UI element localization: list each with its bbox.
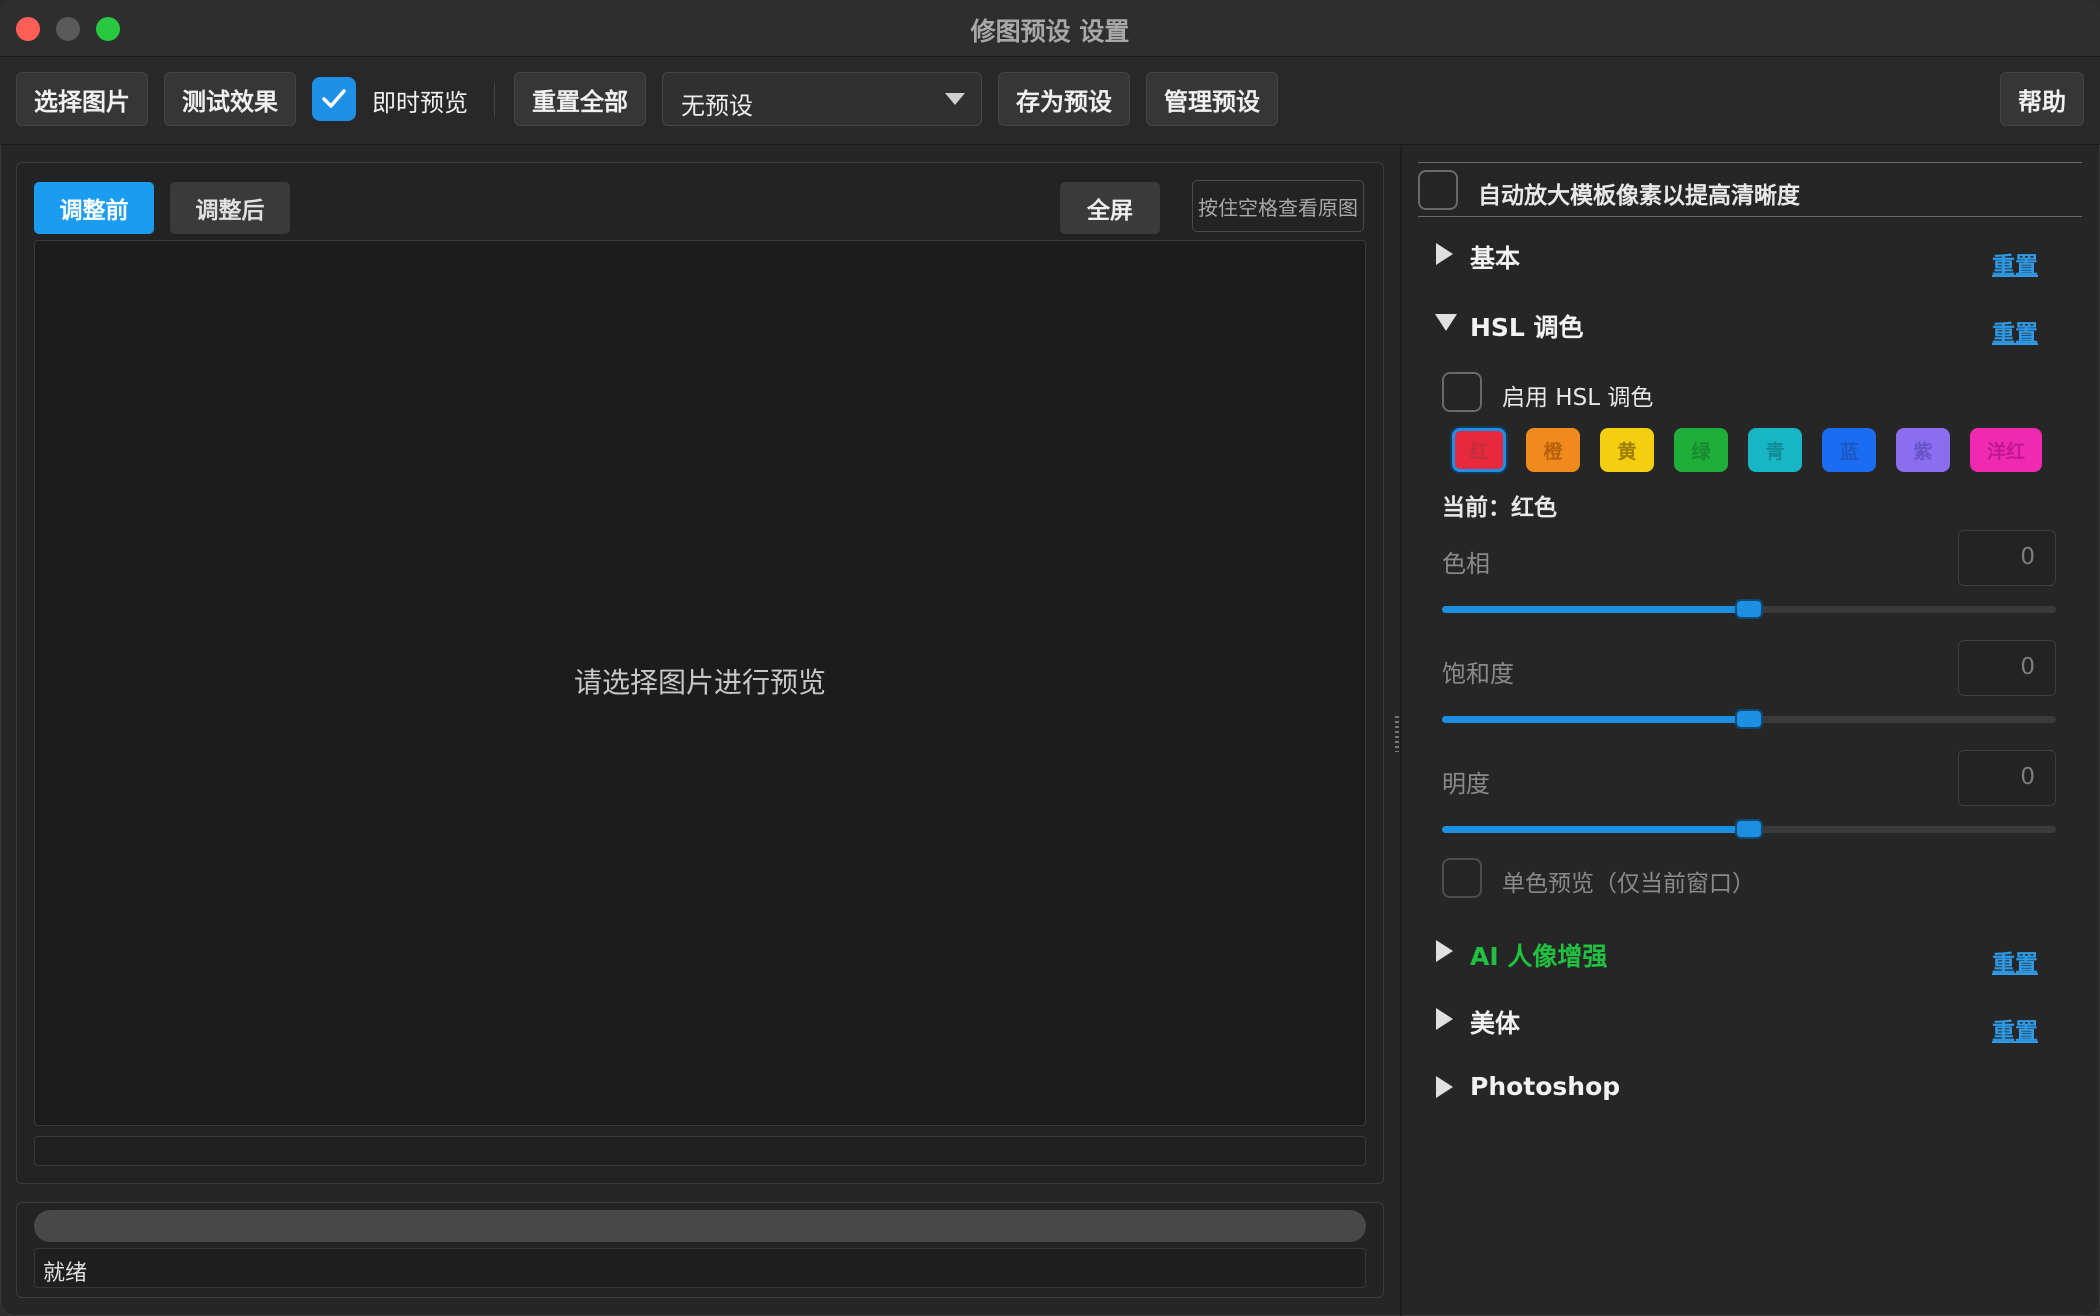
manage-preset-button[interactable]: 管理预设 xyxy=(1146,72,1278,126)
chevron-down-icon xyxy=(945,93,965,105)
slider-value: 0 xyxy=(2020,764,2035,790)
mono-preview-label[interactable]: 单色预览（仅当前窗口） xyxy=(1502,864,1755,898)
hsl-swatch-1[interactable]: 红 xyxy=(1452,428,1506,472)
toolbar-divider xyxy=(494,83,495,117)
image-preview-area[interactable]: 请选择图片进行预览 xyxy=(34,240,1366,1126)
section-basic[interactable]: 基本 xyxy=(1470,239,1520,275)
preview-placeholder: 请选择图片进行预览 xyxy=(573,666,826,699)
live-preview-checkbox[interactable] xyxy=(312,77,356,121)
reset-hsl-link[interactable]: 重置 xyxy=(1992,314,2038,348)
divider xyxy=(1418,216,2082,217)
hsl-swatch-7[interactable]: 紫 xyxy=(1896,428,1950,472)
fullscreen-button[interactable]: 全屏 xyxy=(1060,182,1160,234)
slider-fill xyxy=(1442,716,1749,723)
slider-label: 色相 xyxy=(1442,550,1490,578)
enable-hsl-checkbox[interactable] xyxy=(1442,372,1482,412)
hsl-swatch-6[interactable]: 蓝 xyxy=(1822,428,1876,472)
save-preset-button[interactable]: 存为预设 xyxy=(998,72,1130,126)
expand-arrow-icon[interactable] xyxy=(1436,243,1453,265)
splitter-grip-icon[interactable] xyxy=(1395,716,1399,752)
slider-track[interactable] xyxy=(1442,599,2056,619)
title-bar: 修图预设 设置 xyxy=(0,0,2100,57)
slider-thumb[interactable] xyxy=(1735,599,1763,619)
section-body[interactable]: 美体 xyxy=(1470,1004,1520,1040)
checkmark-icon xyxy=(322,89,346,108)
section-hsl[interactable]: HSL 调色 xyxy=(1470,308,1584,344)
slider-value-input[interactable]: 0 xyxy=(1958,750,2056,806)
preset-select-value: 无预设 xyxy=(681,92,753,120)
expand-arrow-icon[interactable] xyxy=(1436,1076,1453,1098)
slider-track[interactable] xyxy=(1442,709,2056,729)
divider xyxy=(1418,162,2082,163)
window-title: 修图预设 设置 xyxy=(970,17,1130,46)
test-effect-button[interactable]: 测试效果 xyxy=(164,72,296,126)
slider-thumb[interactable] xyxy=(1735,709,1763,729)
slider-value: 0 xyxy=(2020,654,2035,680)
slider-fill xyxy=(1442,826,1749,833)
slider-label: 饱和度 xyxy=(1442,660,1514,688)
tab-before[interactable]: 调整前 xyxy=(34,182,154,234)
preview-scrollbar[interactable] xyxy=(34,1136,1366,1166)
mono-preview-checkbox[interactable] xyxy=(1442,858,1482,898)
collapse-arrow-icon[interactable] xyxy=(1435,314,1457,331)
section-photoshop[interactable]: Photoshop xyxy=(1470,1072,1620,1101)
tab-after[interactable]: 调整后 xyxy=(170,182,290,234)
upscale-checkbox[interactable] xyxy=(1418,170,1458,210)
hsl-swatch-5[interactable]: 青 xyxy=(1748,428,1802,472)
select-image-button[interactable]: 选择图片 xyxy=(16,72,148,126)
hold-space-original-button[interactable]: 按住空格查看原图 xyxy=(1192,180,1364,232)
expand-arrow-icon[interactable] xyxy=(1436,940,1453,962)
hsl-swatch-2[interactable]: 橙 xyxy=(1526,428,1580,472)
enable-hsl-label[interactable]: 启用 HSL 调色 xyxy=(1502,378,1653,412)
expand-arrow-icon[interactable] xyxy=(1436,1008,1453,1030)
reset-all-button[interactable]: 重置全部 xyxy=(514,72,646,126)
reset-basic-link[interactable]: 重置 xyxy=(1992,246,2038,280)
hsl-swatch-8[interactable]: 洋红 xyxy=(1970,428,2042,472)
hsl-swatch-3[interactable]: 黄 xyxy=(1600,428,1654,472)
progress-bar xyxy=(34,1210,1366,1242)
status-line: 就绪 xyxy=(34,1248,1366,1288)
panel-splitter[interactable] xyxy=(1400,146,1402,1316)
reset-body-link[interactable]: 重置 xyxy=(1992,1012,2038,1046)
section-ai-portrait[interactable]: AI 人像增强 xyxy=(1470,937,1607,973)
reset-ai-link[interactable]: 重置 xyxy=(1992,944,2038,978)
upscale-label[interactable]: 自动放大模板像素以提高清晰度 xyxy=(1478,176,1800,210)
help-button[interactable]: 帮助 xyxy=(2000,72,2084,126)
live-preview-label[interactable]: 即时预览 xyxy=(372,83,468,118)
status-text: 就绪 xyxy=(43,1261,88,1286)
app-window: 修图预设 设置 选择图片 测试效果 即时预览 重置全部 无预设 存为预设 管理预… xyxy=(0,0,2100,1316)
slider-value: 0 xyxy=(2020,544,2035,570)
hsl-swatch-4[interactable]: 绿 xyxy=(1674,428,1728,472)
current-color-label: 当前：红色 xyxy=(1442,495,1557,521)
slider-value-input[interactable]: 0 xyxy=(1958,640,2056,696)
slider-value-input[interactable]: 0 xyxy=(1958,530,2056,586)
toolbar: 选择图片 测试效果 即时预览 重置全部 无预设 存为预设 管理预设 帮助 xyxy=(0,57,2100,145)
slider-label: 明度 xyxy=(1442,770,1490,798)
slider-track[interactable] xyxy=(1442,819,2056,839)
slider-fill xyxy=(1442,606,1749,613)
slider-thumb[interactable] xyxy=(1735,819,1763,839)
preset-select[interactable]: 无预设 xyxy=(662,72,982,126)
